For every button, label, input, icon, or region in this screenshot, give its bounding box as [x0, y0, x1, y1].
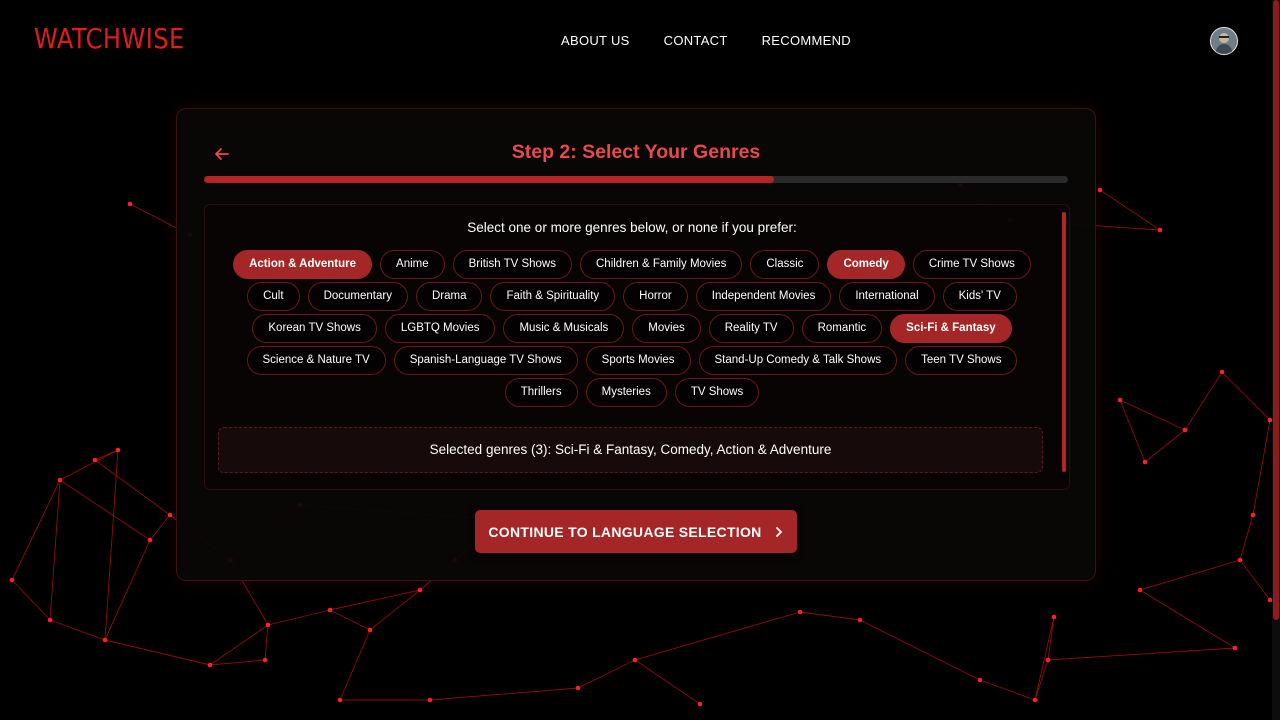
- page-scrollbar-thumb[interactable]: [1273, 0, 1279, 620]
- selected-genres-summary: Selected genres (3): Sci-Fi & Fantasy, C…: [218, 427, 1043, 473]
- genre-chip[interactable]: Kids' TV: [942, 282, 1017, 311]
- nav-contact[interactable]: CONTACT: [664, 33, 728, 48]
- genre-chip[interactable]: Stand-Up Comedy & Talk Shows: [698, 346, 898, 375]
- genre-chip[interactable]: Movies: [632, 314, 701, 343]
- genre-chip[interactable]: Spanish-Language TV Shows: [393, 346, 578, 375]
- genre-chip[interactable]: Faith & Spirituality: [490, 282, 616, 311]
- nav-about-us[interactable]: ABOUT US: [561, 33, 630, 48]
- avatar[interactable]: [1210, 27, 1238, 55]
- genre-chip-list: Action & Adventure Anime British TV Shows C…: [225, 250, 1039, 407]
- genre-chip[interactable]: Crime TV Shows: [912, 250, 1031, 279]
- brand-logo[interactable]: WATCHWISE: [34, 22, 185, 55]
- avatar-image: [1211, 28, 1237, 54]
- genre-chip[interactable]: Cult: [247, 282, 300, 311]
- genre-chip[interactable]: Thrillers: [504, 378, 578, 407]
- genre-chip[interactable]: Science & Nature TV: [246, 346, 386, 375]
- nav-recommend[interactable]: RECOMMEND: [762, 33, 851, 48]
- genre-chip[interactable]: Reality TV: [708, 314, 794, 343]
- genre-chip[interactable]: Independent Movies: [695, 282, 832, 311]
- genre-chip[interactable]: Action & Adventure: [233, 250, 373, 279]
- continue-label: CONTINUE TO LANGUAGE SELECTION: [488, 523, 762, 540]
- genre-chip[interactable]: Romantic: [801, 314, 883, 343]
- genre-chip[interactable]: Music & Musicals: [503, 314, 625, 343]
- genre-chip[interactable]: Documentary: [307, 282, 408, 311]
- genre-chip[interactable]: British TV Shows: [452, 250, 572, 279]
- chevron-right-icon: [775, 526, 782, 537]
- genre-chip[interactable]: Korean TV Shows: [252, 314, 377, 343]
- step-title: Step 2: Select Your Genres: [511, 141, 761, 163]
- genre-chip[interactable]: Comedy: [827, 250, 905, 279]
- main-nav: ABOUT US CONTACT RECOMMEND: [561, 33, 851, 48]
- genre-step-card: Step 2: Select Your Genres Select one or…: [176, 108, 1096, 581]
- genre-chip[interactable]: Sci-Fi & Fantasy: [890, 314, 1012, 343]
- genre-chip[interactable]: Children & Family Movies: [580, 250, 743, 279]
- progress-bar: [204, 176, 1068, 183]
- genre-chip[interactable]: Horror: [623, 282, 688, 311]
- panel-scrollbar[interactable]: [1062, 212, 1066, 472]
- genre-chip[interactable]: LGBTQ Movies: [384, 314, 496, 343]
- genre-chip[interactable]: Mysteries: [585, 378, 667, 407]
- genre-chip[interactable]: Classic: [750, 250, 820, 279]
- page-scrollbar[interactable]: [1272, 0, 1280, 720]
- genre-chip[interactable]: International: [839, 282, 935, 311]
- site-header: WATCHWISE ABOUT US CONTACT RECOMMEND: [0, 0, 1280, 82]
- progress-fill: [204, 176, 775, 183]
- genre-chip[interactable]: Anime: [380, 250, 445, 279]
- genre-chip[interactable]: Sports Movies: [585, 346, 691, 375]
- genre-panel: Select one or more genres below, or none…: [204, 204, 1070, 490]
- continue-button[interactable]: CONTINUE TO LANGUAGE SELECTION: [475, 510, 797, 553]
- genre-prompt: Select one or more genres below, or none…: [467, 220, 797, 235]
- genre-chip[interactable]: Teen TV Shows: [905, 346, 1018, 375]
- genre-chip[interactable]: Drama: [415, 282, 483, 311]
- genre-chip[interactable]: TV Shows: [674, 378, 760, 407]
